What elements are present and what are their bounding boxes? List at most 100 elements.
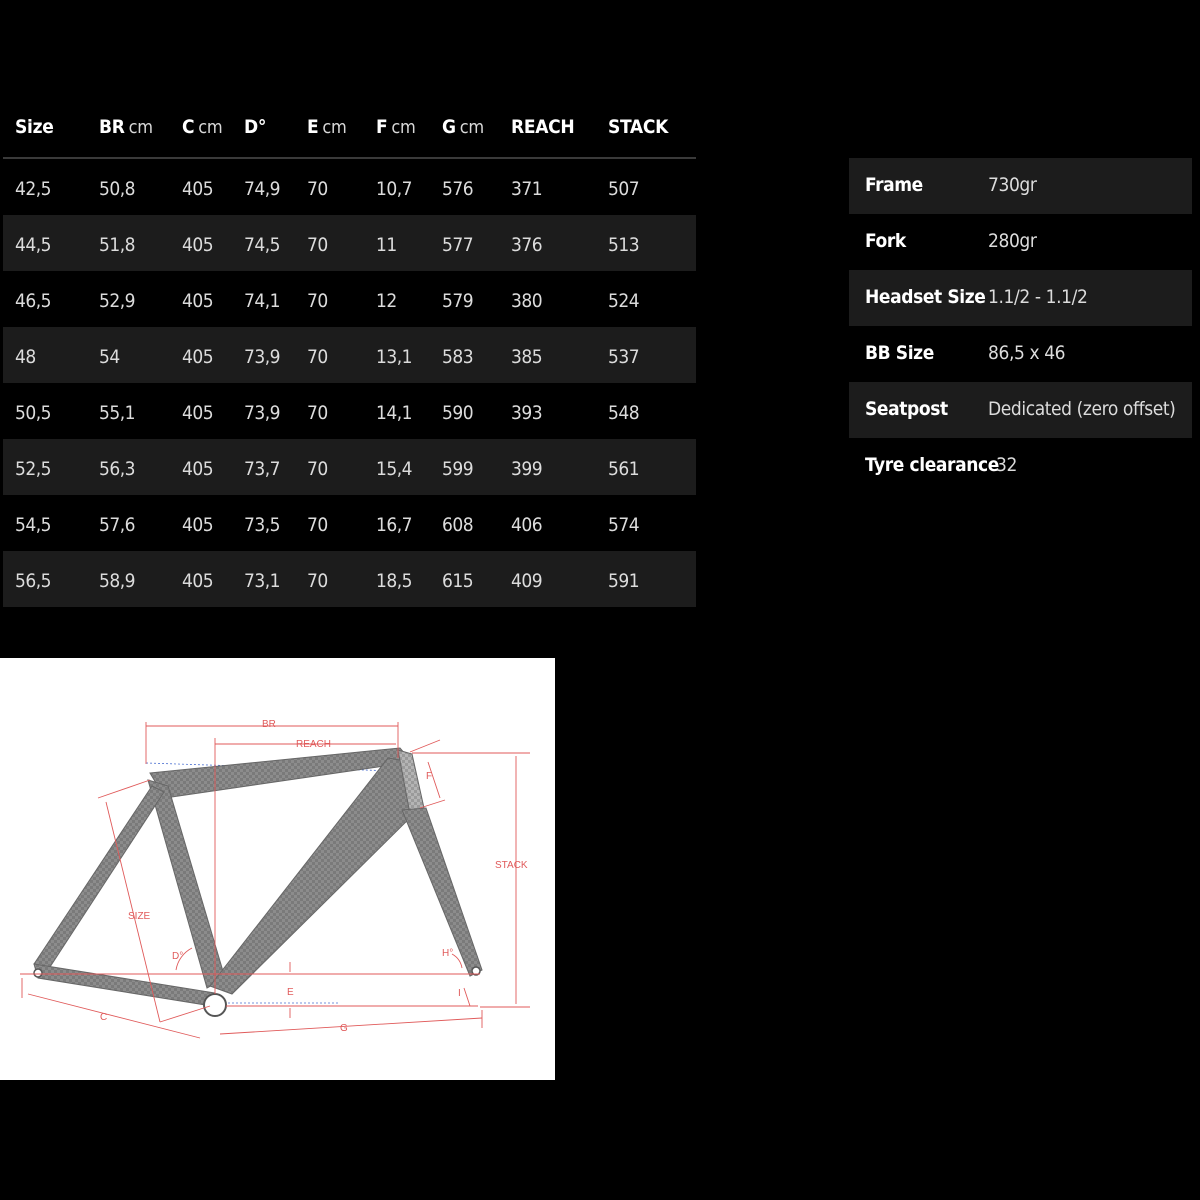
- col-header-stack: STACK: [608, 116, 669, 138]
- cell-c: 405: [182, 290, 214, 312]
- cell-d: 74,1: [244, 290, 281, 312]
- col-header-d: D°: [244, 116, 267, 138]
- label-br: BR: [262, 719, 276, 730]
- spec-label: Fork: [865, 230, 906, 252]
- label-size: SIZE: [128, 911, 151, 922]
- cell-g: 577: [442, 234, 474, 256]
- col-header-reach: REACH: [511, 116, 575, 138]
- table-row: 52,5 56,3 405 73,7 70 15,4 599 399 561: [3, 439, 696, 495]
- cell-size: 44,5: [15, 234, 52, 256]
- cell-e: 70: [307, 514, 328, 536]
- label-c: C: [100, 1012, 107, 1023]
- col-header-size: Size: [15, 116, 54, 138]
- cell-d: 73,1: [244, 570, 281, 592]
- cell-size: 46,5: [15, 290, 52, 312]
- spec-value: 32: [996, 454, 1017, 476]
- label-e: E: [287, 987, 294, 998]
- table-row: 50,5 55,1 405 73,9 70 14,1 590 393 548: [3, 383, 696, 439]
- spec-row-tyre-clearance: Tyre clearance 32: [849, 438, 1192, 494]
- cell-size: 56,5: [15, 570, 52, 592]
- spec-label: Frame: [865, 174, 923, 196]
- frame-geometry-diagram: BR REACH F STACK SIZE D° H° E C G I: [0, 658, 555, 1080]
- spec-label: Headset Size: [865, 286, 986, 308]
- spec-table: Frame 730gr Fork 280gr Headset Size 1.1/…: [849, 158, 1192, 494]
- spec-value: Dedicated (zero offset): [988, 398, 1176, 420]
- spec-row-seatpost: Seatpost Dedicated (zero offset): [849, 382, 1192, 438]
- cell-g: 579: [442, 290, 474, 312]
- cell-stack: 513: [608, 234, 640, 256]
- spec-label: BB Size: [865, 342, 934, 364]
- cell-f: 12: [376, 290, 397, 312]
- cell-e: 70: [307, 346, 328, 368]
- cell-c: 405: [182, 458, 214, 480]
- cell-size: 42,5: [15, 178, 52, 200]
- table-row: 48 54 405 73,9 70 13,1 583 385 537: [3, 327, 696, 383]
- cell-reach: 371: [511, 178, 543, 200]
- spec-row-frame: Frame 730gr: [849, 158, 1192, 214]
- cell-c: 405: [182, 570, 214, 592]
- spec-row-bb-size: BB Size 86,5 x 46: [849, 326, 1192, 382]
- spec-value: 730gr: [988, 174, 1037, 196]
- cell-f: 14,1: [376, 402, 413, 424]
- cell-reach: 380: [511, 290, 543, 312]
- cell-e: 70: [307, 458, 328, 480]
- cell-stack: 524: [608, 290, 640, 312]
- label-g: G: [340, 1023, 348, 1034]
- spec-value: 1.1/2 - 1.1/2: [988, 286, 1088, 308]
- cell-reach: 393: [511, 402, 543, 424]
- cell-size: 52,5: [15, 458, 52, 480]
- cell-d: 73,9: [244, 346, 281, 368]
- cell-c: 405: [182, 234, 214, 256]
- cell-br: 56,3: [99, 458, 136, 480]
- label-i: I: [458, 988, 461, 999]
- cell-d: 74,5: [244, 234, 281, 256]
- cell-br: 55,1: [99, 402, 136, 424]
- cell-br: 57,6: [99, 514, 136, 536]
- label-h-angle: H°: [442, 948, 453, 959]
- cell-br: 58,9: [99, 570, 136, 592]
- cell-g: 599: [442, 458, 474, 480]
- cell-stack: 591: [608, 570, 640, 592]
- spec-row-headset-size: Headset Size 1.1/2 - 1.1/2: [849, 270, 1192, 326]
- table-row: 54,5 57,6 405 73,5 70 16,7 608 406 574: [3, 495, 696, 551]
- col-header-f: Fcm: [376, 116, 416, 138]
- label-stack: STACK: [495, 860, 528, 871]
- cell-stack: 537: [608, 346, 640, 368]
- table-row: 56,5 58,9 405 73,1 70 18,5 615 409 591: [3, 551, 696, 607]
- spec-label: Tyre clearance: [865, 454, 999, 476]
- table-row: 44,5 51,8 405 74,5 70 11 577 376 513: [3, 215, 696, 271]
- label-d-angle: D°: [172, 951, 183, 962]
- cell-stack: 574: [608, 514, 640, 536]
- geometry-table: Size BR cm Ccm D° Ecm Fcm Gcm REACH STACK…: [3, 100, 696, 607]
- cell-reach: 385: [511, 346, 543, 368]
- cell-g: 583: [442, 346, 474, 368]
- cell-e: 70: [307, 402, 328, 424]
- cell-br: 54: [99, 346, 120, 368]
- cell-c: 405: [182, 178, 214, 200]
- cell-d: 73,7: [244, 458, 281, 480]
- col-header-g: Gcm: [442, 116, 484, 138]
- col-header-e: Ecm: [307, 116, 347, 138]
- cell-f: 11: [376, 234, 397, 256]
- label-reach: REACH: [296, 739, 331, 750]
- cell-size: 54,5: [15, 514, 52, 536]
- label-f: F: [426, 771, 432, 782]
- spec-value: 86,5 x 46: [988, 342, 1066, 364]
- spec-label: Seatpost: [865, 398, 948, 420]
- cell-e: 70: [307, 290, 328, 312]
- cell-d: 73,5: [244, 514, 281, 536]
- spec-value: 280gr: [988, 230, 1037, 252]
- cell-reach: 376: [511, 234, 543, 256]
- geometry-table-header: Size BR cm Ccm D° Ecm Fcm Gcm REACH STACK: [3, 100, 696, 159]
- col-header-c: Ccm: [182, 116, 223, 138]
- cell-g: 576: [442, 178, 474, 200]
- cell-reach: 406: [511, 514, 543, 536]
- cell-g: 608: [442, 514, 474, 536]
- frame-diagram-svg: BR REACH F STACK SIZE D° H° E C G I: [20, 719, 530, 1039]
- cell-br: 52,9: [99, 290, 136, 312]
- cell-c: 405: [182, 402, 214, 424]
- frame-shape: [33, 747, 483, 1017]
- cell-d: 73,9: [244, 402, 281, 424]
- cell-stack: 507: [608, 178, 640, 200]
- cell-br: 50,8: [99, 178, 136, 200]
